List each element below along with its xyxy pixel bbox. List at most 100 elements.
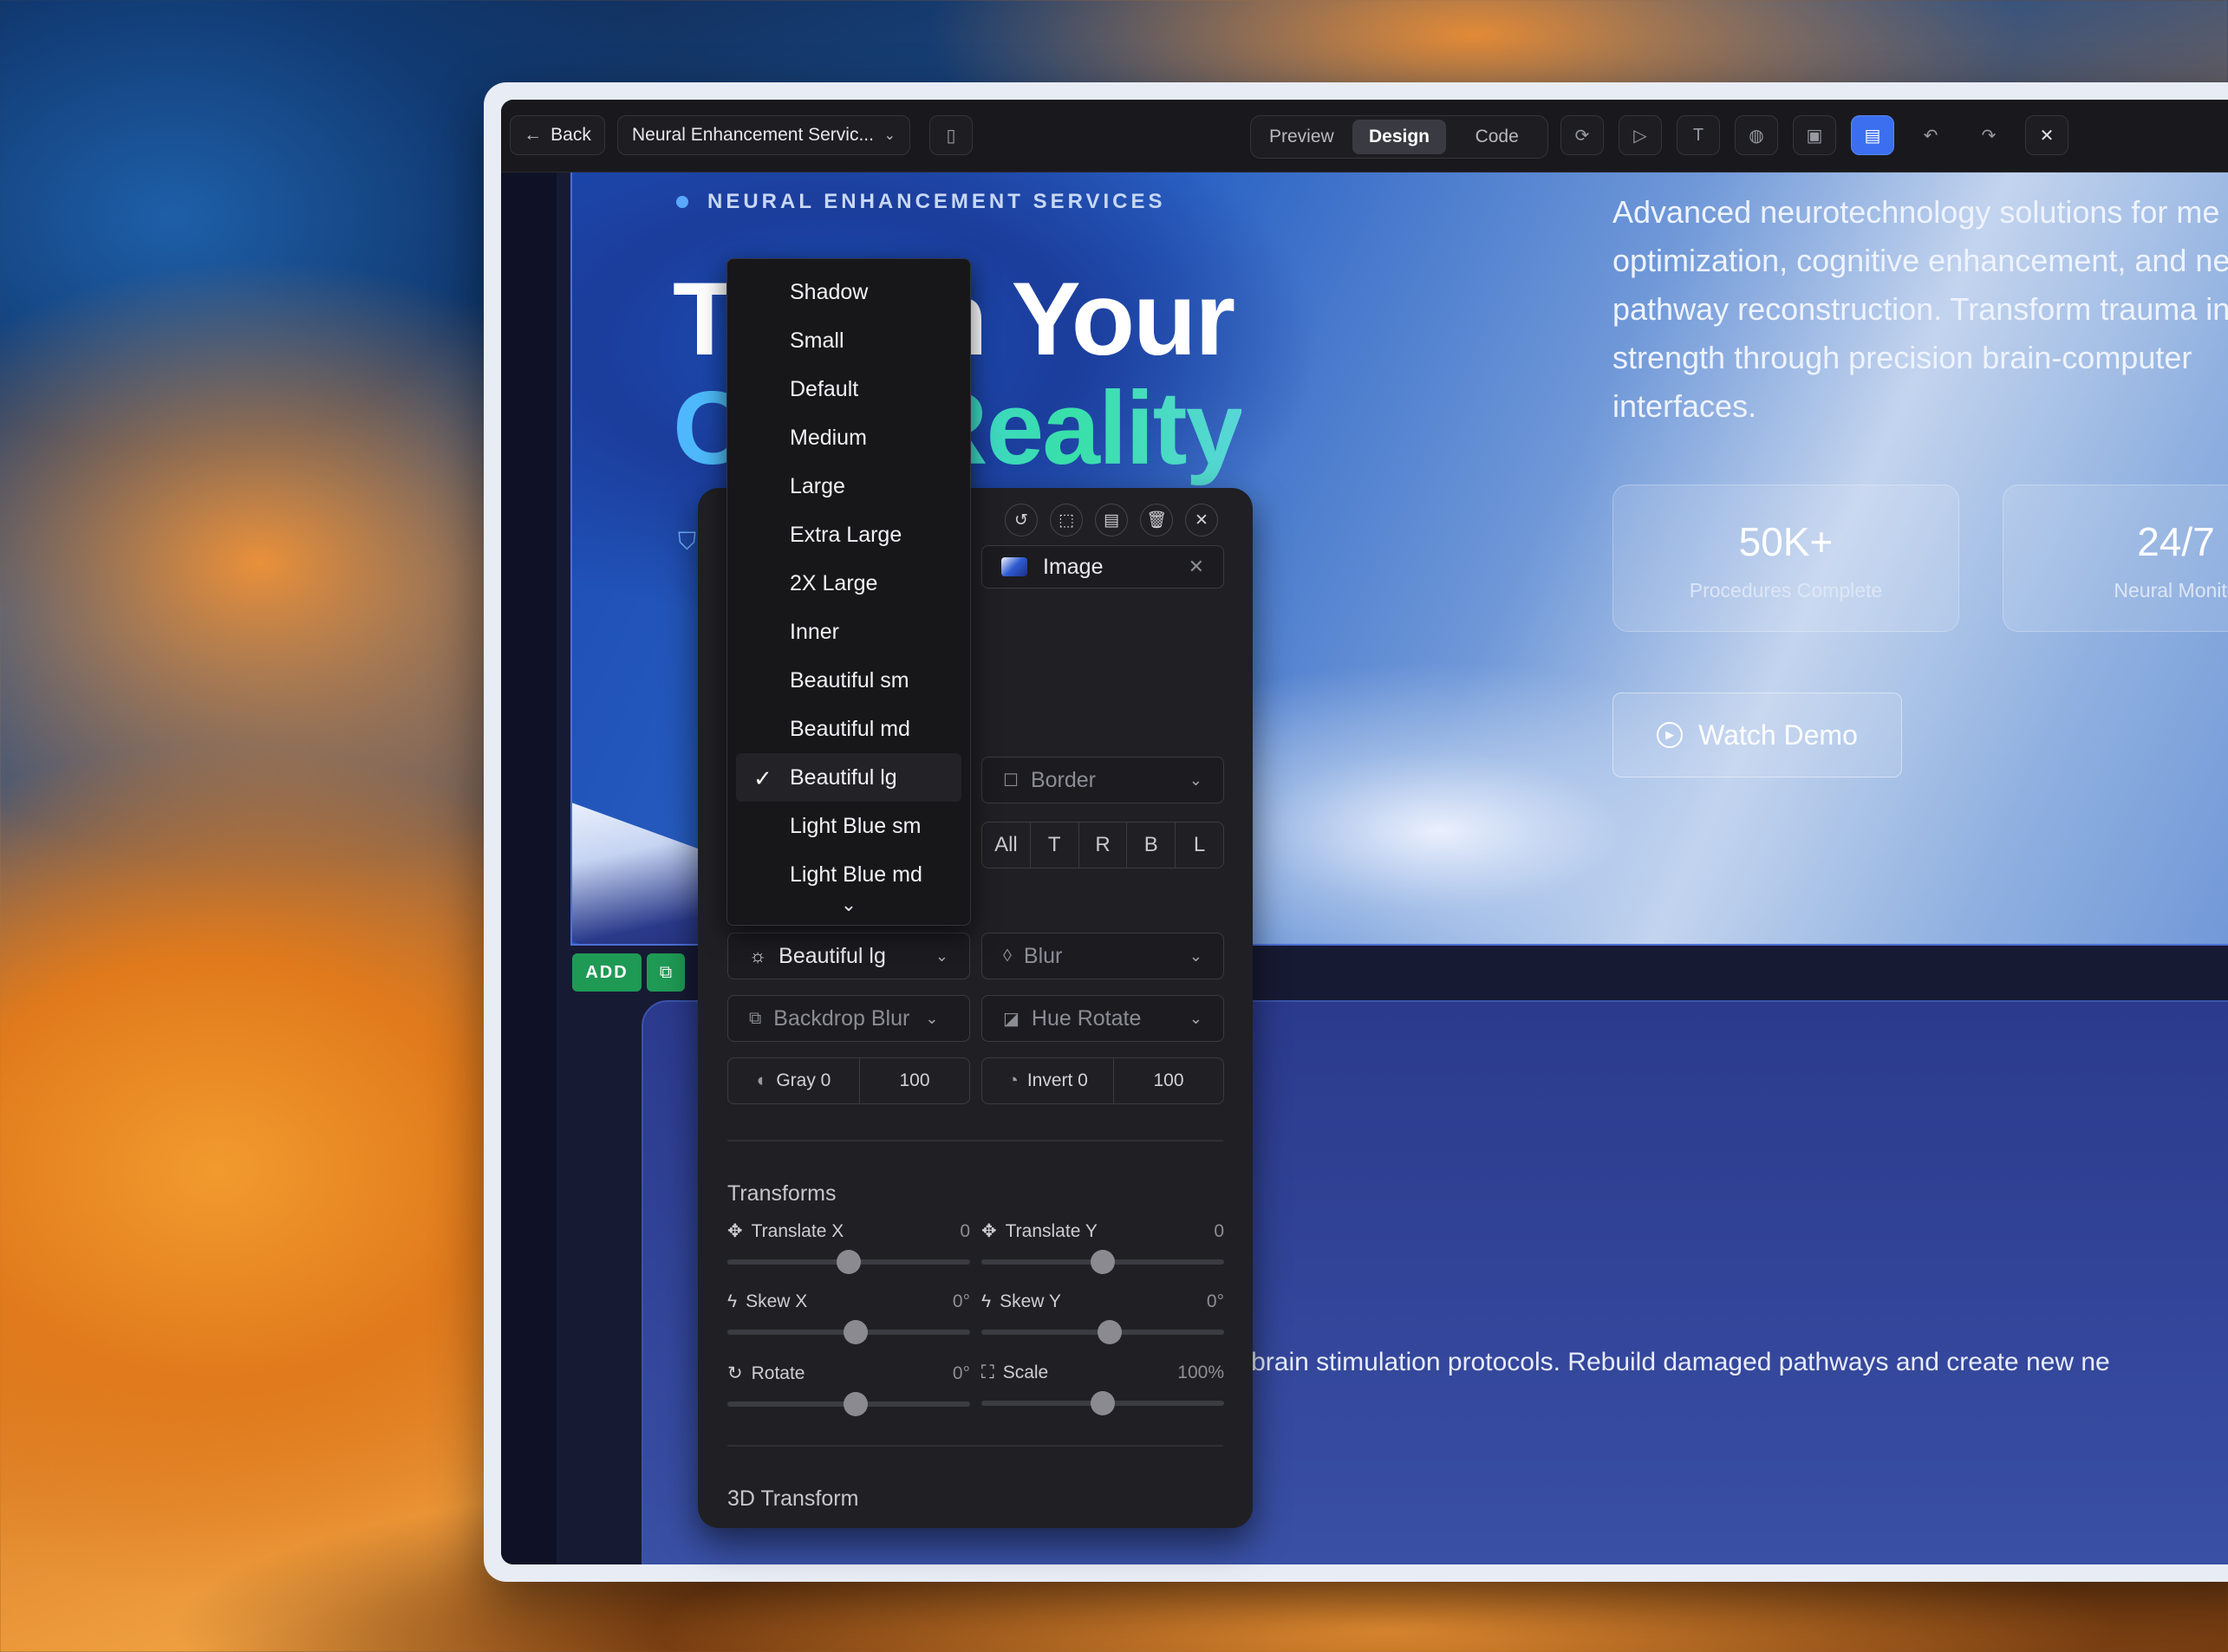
reset-icon[interactable]: ↺ <box>1005 504 1038 537</box>
slider-label: Scale <box>1002 1363 1049 1382</box>
move-icon: ✥ <box>981 1221 997 1241</box>
shadow-select[interactable]: ☼ Beautiful lg ⌄ <box>727 933 970 979</box>
border-side-all[interactable]: All <box>982 823 1031 868</box>
image-chip-label: Image <box>1043 554 1104 579</box>
slider-label: Skew X <box>746 1291 808 1311</box>
invert-control: ◔ Invert 0 100 <box>981 1057 1224 1104</box>
dropdown-item[interactable]: Shadow <box>736 268 961 316</box>
tab-design[interactable]: Design <box>1352 120 1447 154</box>
border-select[interactable]: ☐ Border ⌄ <box>981 757 1224 803</box>
watch-demo-label: Watch Demo <box>1698 719 1858 751</box>
dropdown-item[interactable]: Beautiful md <box>736 705 961 753</box>
text-icon[interactable]: T <box>1677 115 1720 155</box>
chevron-down-icon: ⌄ <box>1189 1009 1202 1027</box>
hue-rotate-label: Hue Rotate <box>1031 1005 1142 1031</box>
image-thumbnail <box>1001 557 1027 576</box>
divider <box>727 1140 1223 1141</box>
grayscale-control: ◐ Gray 0 100 <box>727 1057 970 1104</box>
watch-demo-button[interactable]: ▶ Watch Demo <box>1612 693 1902 777</box>
translate-y-slider[interactable]: ✥ Translate Y 0 <box>981 1220 1224 1274</box>
slider-knob[interactable] <box>844 1320 869 1344</box>
dropdown-item-label: Beautiful lg <box>790 764 897 790</box>
dropdown-item[interactable]: Default <box>736 365 961 413</box>
stat-card: 24/7 Neural Monito <box>2003 485 2228 632</box>
image-icon[interactable]: ▣ <box>1793 115 1836 155</box>
shadow-value: Beautiful lg <box>778 943 886 968</box>
tab-preview[interactable]: Preview <box>1254 120 1349 154</box>
backdrop-blur-label: Backdrop Blur <box>773 1005 910 1031</box>
hue-rotate-select[interactable]: ◪ Hue Rotate ⌄ <box>981 995 1224 1042</box>
border-side-top[interactable]: T <box>1031 823 1079 868</box>
image-chip[interactable]: Image ✕ <box>981 545 1224 589</box>
panel-actions: ↺ ⬚ ▤ 🗑 ✕ <box>1005 504 1218 537</box>
dropdown-item[interactable]: Light Blue md <box>736 850 961 899</box>
scale-slider[interactable]: ⛶ Scale 100% <box>981 1363 1224 1415</box>
dropdown-item-selected[interactable]: ✓ Beautiful lg <box>736 753 961 802</box>
dropdown-item[interactable]: Large <box>736 462 961 511</box>
slider-knob[interactable] <box>844 1392 869 1416</box>
save-icon[interactable]: ▤ <box>1851 115 1894 155</box>
dropdown-item[interactable]: Light Blue sm <box>736 802 961 850</box>
refresh-icon[interactable]: ⟳ <box>1560 115 1604 155</box>
dropdown-item[interactable]: 2X Large <box>736 559 961 608</box>
gray-label: Gray 0 <box>776 1070 831 1090</box>
slider-track[interactable] <box>981 1391 1224 1415</box>
project-name: Neural Enhancement Servic... <box>632 125 874 145</box>
divider <box>727 1445 1223 1447</box>
slider-track[interactable] <box>727 1250 970 1274</box>
slider-knob[interactable] <box>1098 1320 1123 1344</box>
slider-knob[interactable] <box>1091 1250 1115 1274</box>
blur-select[interactable]: ◊ Blur ⌄ <box>981 933 1224 979</box>
sidebar-toggle-icon[interactable]: ▯ <box>929 115 973 155</box>
select-icon[interactable]: ⬚ <box>1050 504 1083 537</box>
invert-label-cell[interactable]: ◔ Invert 0 <box>982 1058 1114 1103</box>
remove-image-icon[interactable]: ✕ <box>1189 556 1204 578</box>
palette-icon[interactable]: ◍ <box>1735 115 1778 155</box>
slider-label: Translate X <box>751 1220 844 1241</box>
dropdown-item[interactable]: Beautiful sm <box>736 656 961 705</box>
slider-track[interactable] <box>981 1250 1224 1274</box>
dropdown-item[interactable]: Inner <box>736 608 961 656</box>
blur-label: Blur <box>1023 943 1063 968</box>
sun-icon: ☼ <box>749 945 767 966</box>
skew-x-slider[interactable]: ϟ Skew X 0° <box>727 1291 970 1344</box>
slider-value: 0° <box>952 1363 970 1383</box>
slider-label: Rotate <box>751 1363 805 1383</box>
slider-knob[interactable] <box>837 1250 861 1274</box>
grayscale-label-cell[interactable]: ◐ Gray 0 <box>728 1058 860 1103</box>
undo-icon[interactable]: ↶ <box>1909 115 1952 155</box>
dropdown-item[interactable]: Medium <box>736 413 961 462</box>
dropdown-item[interactable]: Small <box>736 316 961 365</box>
stat-label: Procedures Complete <box>1689 579 1883 602</box>
slider-track[interactable] <box>727 1392 970 1416</box>
play-icon[interactable]: ▷ <box>1619 115 1662 155</box>
project-selector[interactable]: Neural Enhancement Servic... ⌄ <box>617 115 910 155</box>
shadow-dropdown-menu: Shadow Small Default Medium Large Extra … <box>726 258 971 926</box>
border-side-right[interactable]: R <box>1079 823 1128 868</box>
trash-icon[interactable]: 🗑 <box>1140 504 1173 537</box>
stat-card: 50K+ Procedures Complete <box>1612 485 1959 632</box>
skew-y-slider[interactable]: ϟ Skew Y 0° <box>981 1291 1224 1344</box>
backdrop-blur-select[interactable]: ⧉ Backdrop Blur ⌄ <box>727 995 970 1042</box>
translate-x-slider[interactable]: ✥ Translate X 0 <box>727 1220 970 1274</box>
dropdown-item[interactable]: Extra Large <box>736 511 961 559</box>
gray-value[interactable]: 100 <box>860 1058 969 1103</box>
duplicate-icon[interactable]: ⧉ <box>647 953 685 992</box>
slider-knob[interactable] <box>1091 1391 1115 1415</box>
close-icon[interactable]: ✕ <box>1185 504 1218 537</box>
invert-label: Invert 0 <box>1026 1070 1088 1090</box>
redo-icon[interactable]: ↷ <box>1967 115 2010 155</box>
invert-value[interactable]: 100 <box>1114 1058 1223 1103</box>
rotate-slider[interactable]: ↻ Rotate 0° <box>727 1363 970 1416</box>
add-button[interactable]: ADD <box>572 953 642 992</box>
back-button[interactable]: ← Back <box>510 115 605 155</box>
border-side-bottom[interactable]: B <box>1127 823 1176 868</box>
slider-track[interactable] <box>981 1320 1224 1344</box>
mode-switcher: Preview Design Code <box>1250 115 1548 159</box>
slider-track[interactable] <box>727 1320 970 1344</box>
chevron-down-icon: ⌄ <box>935 946 948 965</box>
save-icon[interactable]: ▤ <box>1095 504 1128 537</box>
border-side-left[interactable]: L <box>1176 823 1223 868</box>
tab-code[interactable]: Code <box>1450 120 1544 154</box>
close-icon[interactable]: ✕ <box>2025 115 2068 155</box>
